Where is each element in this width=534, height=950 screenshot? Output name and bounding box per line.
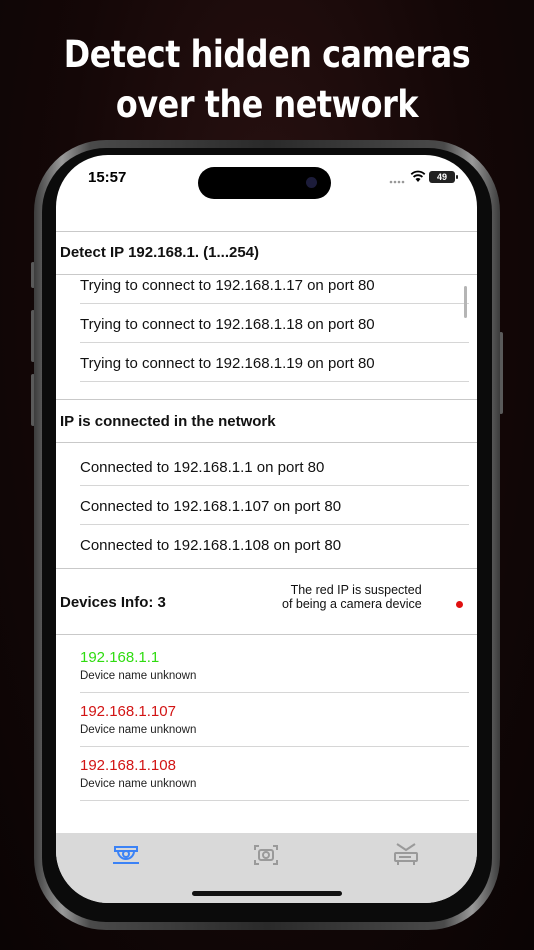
row-divider bbox=[80, 342, 469, 343]
devices-info-title: Devices Info: 3 bbox=[60, 594, 166, 611]
status-time: 15:57 bbox=[88, 169, 127, 186]
dynamic-island bbox=[198, 167, 331, 199]
status-bar: 15:57 49 bbox=[56, 155, 477, 215]
device-ip[interactable]: 192.168.1.1 bbox=[80, 649, 159, 666]
battery-icon: 49 bbox=[429, 171, 458, 183]
scan-camera-icon bbox=[254, 845, 278, 865]
wifi-icon bbox=[410, 170, 426, 182]
device-ip[interactable]: 192.168.1.107 bbox=[80, 703, 176, 720]
detect-row: Trying to connect to 192.168.1.18 on por… bbox=[80, 316, 375, 333]
suspect-note: The red IP is suspected of being a camer… bbox=[282, 583, 422, 611]
divider bbox=[56, 231, 477, 232]
router-icon bbox=[394, 843, 418, 865]
divider bbox=[56, 634, 477, 635]
headline: Detect hidden cameras over the network bbox=[37, 30, 496, 130]
suspect-note-line-2: of being a camera device bbox=[282, 597, 422, 611]
device-name: Device name unknown bbox=[80, 724, 197, 736]
suspect-note-line-1: The red IP is suspected bbox=[290, 583, 422, 597]
connected-row: Connected to 192.168.1.1 on port 80 bbox=[80, 459, 325, 476]
front-camera-icon bbox=[306, 177, 317, 188]
tab-router[interactable] bbox=[391, 841, 421, 869]
row-divider bbox=[80, 524, 469, 525]
home-indicator[interactable] bbox=[192, 891, 342, 896]
divider bbox=[56, 568, 477, 569]
device-name: Device name unknown bbox=[80, 670, 197, 682]
row-divider bbox=[80, 381, 469, 382]
detect-row: Trying to connect to 192.168.1.19 on por… bbox=[80, 355, 375, 372]
device-name: Device name unknown bbox=[80, 778, 197, 790]
security-camera-icon bbox=[113, 846, 139, 864]
scroll-indicator[interactable] bbox=[464, 286, 467, 318]
divider bbox=[56, 442, 477, 443]
tab-security-camera[interactable] bbox=[111, 841, 141, 869]
headline-line-2: over the network bbox=[115, 83, 419, 126]
suspect-indicator-dot bbox=[456, 601, 463, 608]
cellular-signal-icon bbox=[389, 180, 405, 184]
divider bbox=[56, 399, 477, 400]
tab-scan[interactable] bbox=[251, 841, 281, 869]
connected-row: Connected to 192.168.1.107 on port 80 bbox=[80, 498, 342, 515]
connected-title: IP is connected in the network bbox=[60, 413, 276, 430]
connected-row: Connected to 192.168.1.108 on port 80 bbox=[80, 537, 342, 554]
detect-row: Trying to connect to 192.168.1.17 on por… bbox=[80, 277, 375, 294]
row-divider bbox=[80, 303, 469, 304]
row-divider bbox=[80, 800, 469, 801]
row-divider bbox=[80, 746, 469, 747]
row-divider bbox=[80, 692, 469, 693]
device-ip[interactable]: 192.168.1.108 bbox=[80, 757, 176, 774]
headline-line-1: Detect hidden cameras bbox=[63, 33, 471, 76]
row-divider bbox=[80, 485, 469, 486]
divider bbox=[56, 274, 477, 275]
app-screen: 15:57 49 Detect IP 192.168.1. (1...254) … bbox=[56, 155, 477, 903]
detect-ip-title: Detect IP 192.168.1. (1...254) bbox=[60, 244, 260, 261]
